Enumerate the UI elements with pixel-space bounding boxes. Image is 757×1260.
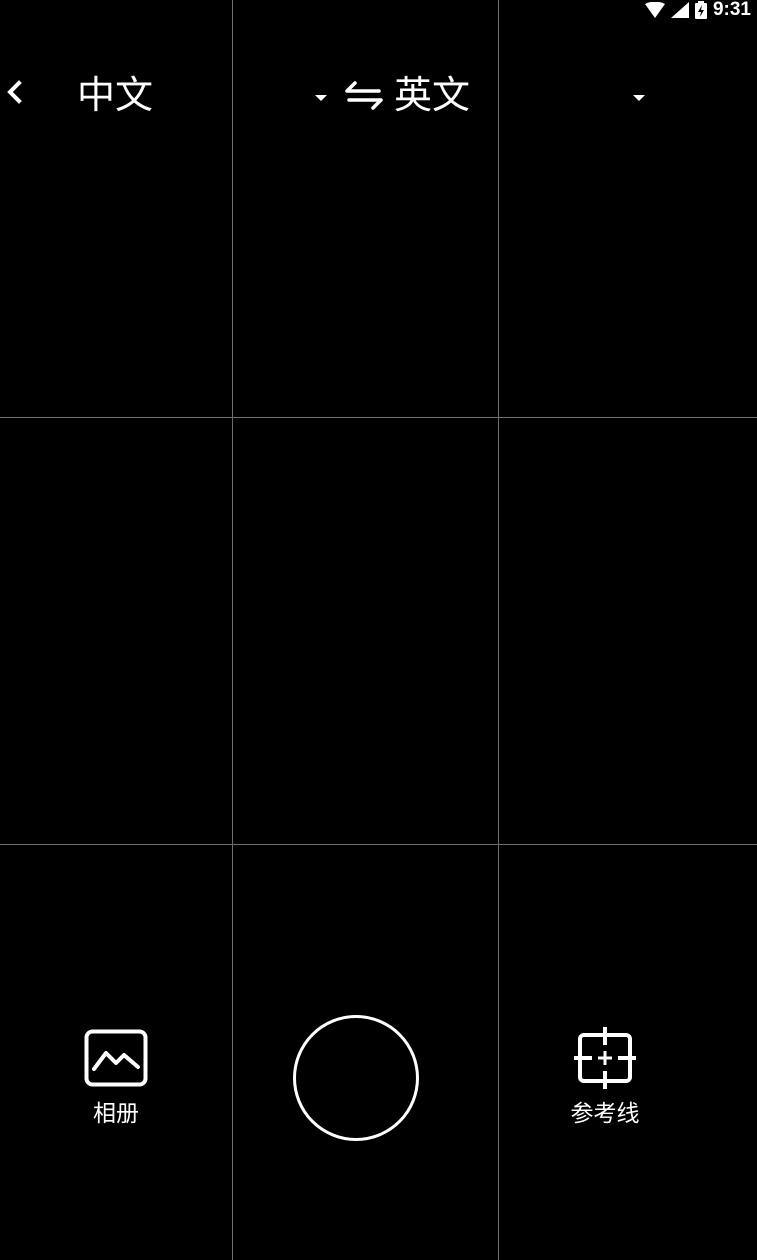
target-language-dropdown[interactable] (631, 88, 647, 101)
grid-line-vertical-2 (498, 0, 499, 1260)
grid-line-horizontal-2 (0, 844, 757, 845)
back-button[interactable] (2, 75, 28, 109)
language-toolbar: 中文 英文 (0, 60, 757, 130)
chevron-left-icon (7, 80, 22, 104)
signal-icon (670, 2, 689, 18)
photo-album-icon (84, 1029, 148, 1087)
album-button[interactable]: 相册 (75, 1025, 157, 1135)
caret-down-icon (315, 95, 327, 101)
source-language-dropdown[interactable] (313, 88, 329, 101)
shutter-button[interactable] (293, 1015, 419, 1141)
target-language-label[interactable]: 英文 (394, 72, 470, 118)
swap-arrows-icon (345, 81, 383, 110)
swap-languages-button[interactable] (345, 78, 383, 112)
wifi-icon (644, 2, 665, 18)
guide-lines-button[interactable]: 参考线 (555, 1025, 655, 1135)
grid-crosshair-icon (574, 1027, 636, 1089)
source-language-label[interactable]: 中文 (77, 72, 153, 118)
status-time: 9:31 (712, 0, 751, 20)
grid-line-vertical-1 (232, 0, 233, 1260)
grid-line-horizontal-1 (0, 417, 757, 418)
album-label: 相册 (93, 1101, 139, 1127)
battery-charging-icon (694, 1, 707, 19)
caret-down-icon (633, 95, 645, 101)
status-bar: 9:31 (644, 0, 751, 20)
guide-lines-label: 参考线 (570, 1101, 640, 1127)
